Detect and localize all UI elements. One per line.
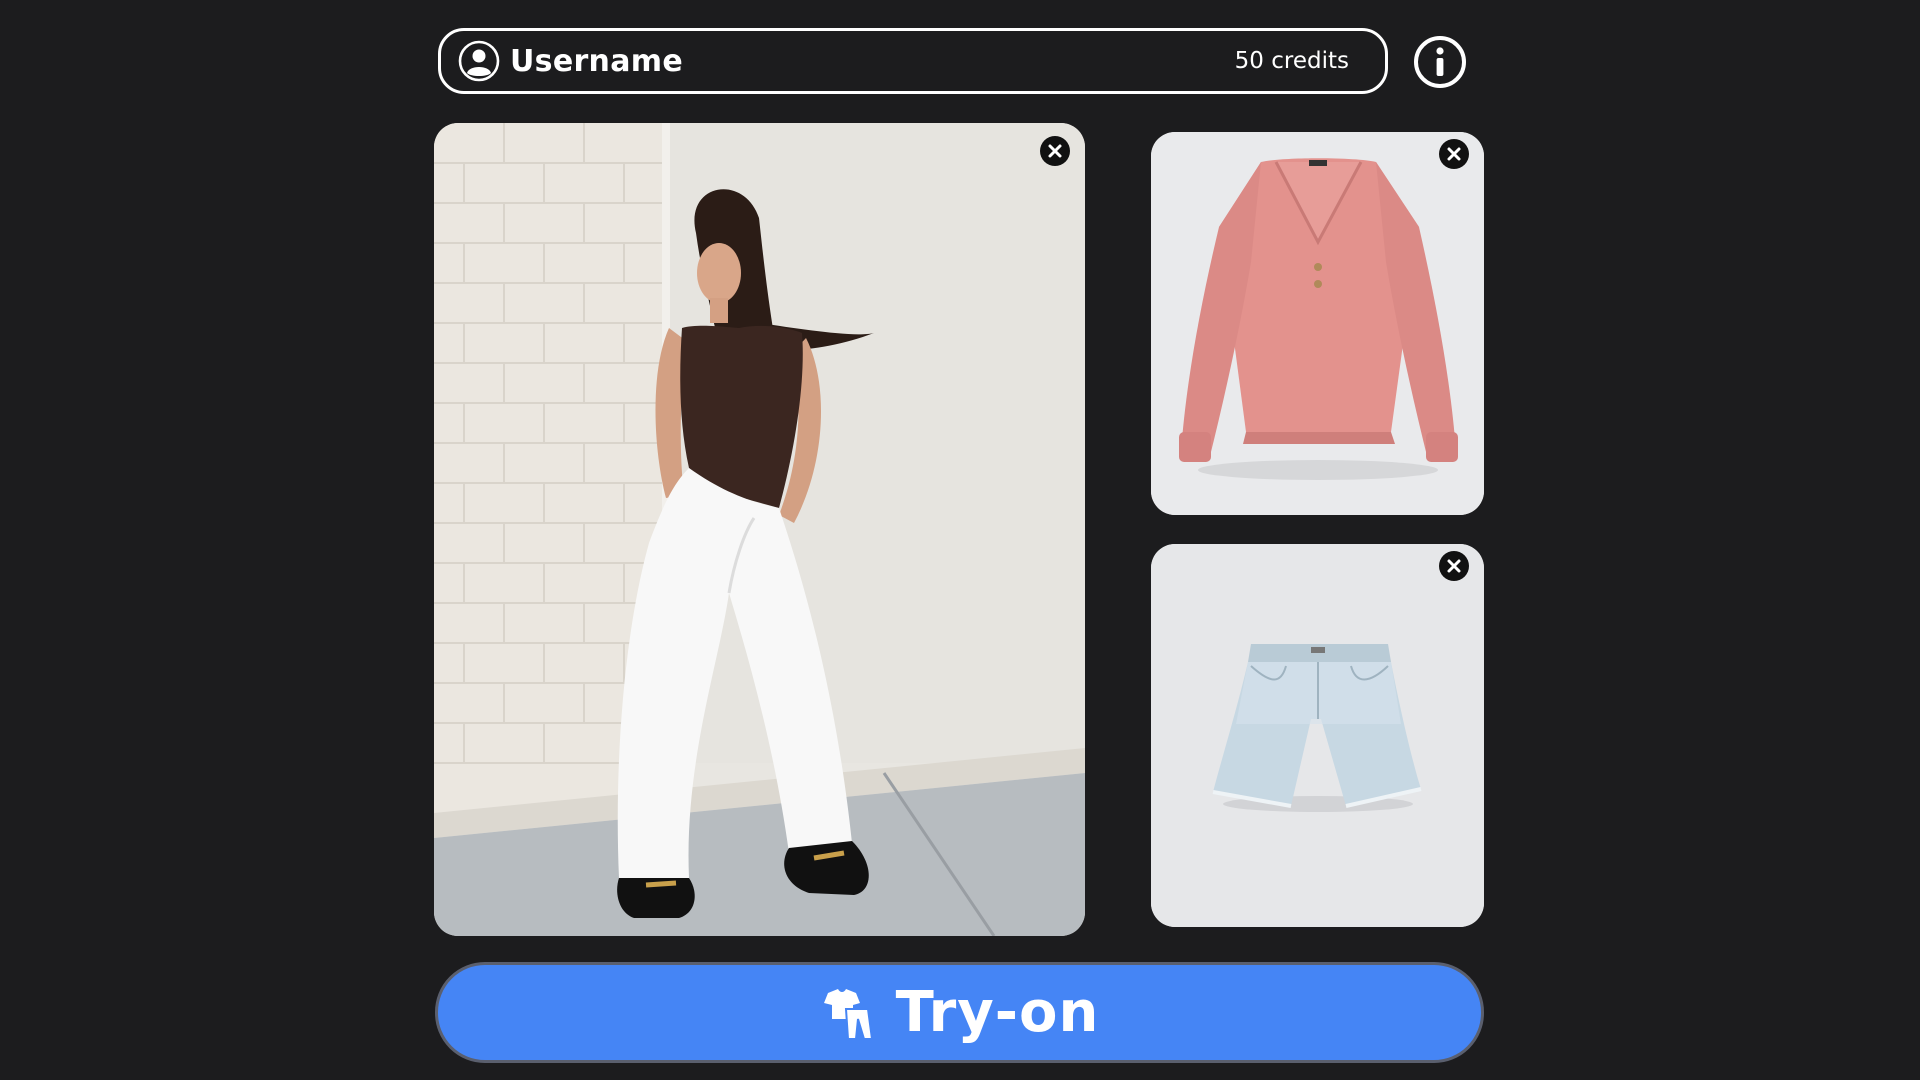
close-icon [1447, 147, 1461, 161]
model-photo [434, 123, 1085, 936]
top-garment-card[interactable] [1151, 132, 1484, 515]
model-photo-card[interactable] [434, 123, 1085, 936]
info-button[interactable] [1413, 35, 1467, 89]
info-icon [1414, 36, 1466, 88]
bottom-garment-card[interactable] [1151, 544, 1484, 927]
try-on-label: Try-on [895, 980, 1100, 1045]
app-root: Username 50 credits Try-on [0, 0, 1920, 1080]
pink-blouse-image [1151, 132, 1484, 515]
user-bar[interactable]: Username 50 credits [438, 28, 1388, 94]
remove-top-garment-button[interactable] [1439, 139, 1469, 169]
close-icon [1447, 559, 1461, 573]
remove-model-photo-button[interactable] [1040, 136, 1070, 166]
username-label: Username [510, 43, 683, 79]
user-avatar-icon [458, 40, 500, 82]
try-on-button[interactable]: Try-on [435, 962, 1484, 1063]
close-icon [1048, 144, 1062, 158]
remove-bottom-garment-button[interactable] [1439, 551, 1469, 581]
denim-shorts-image [1151, 544, 1484, 927]
clothing-icon [823, 988, 873, 1040]
credits-count: 50 credits [1234, 48, 1349, 74]
